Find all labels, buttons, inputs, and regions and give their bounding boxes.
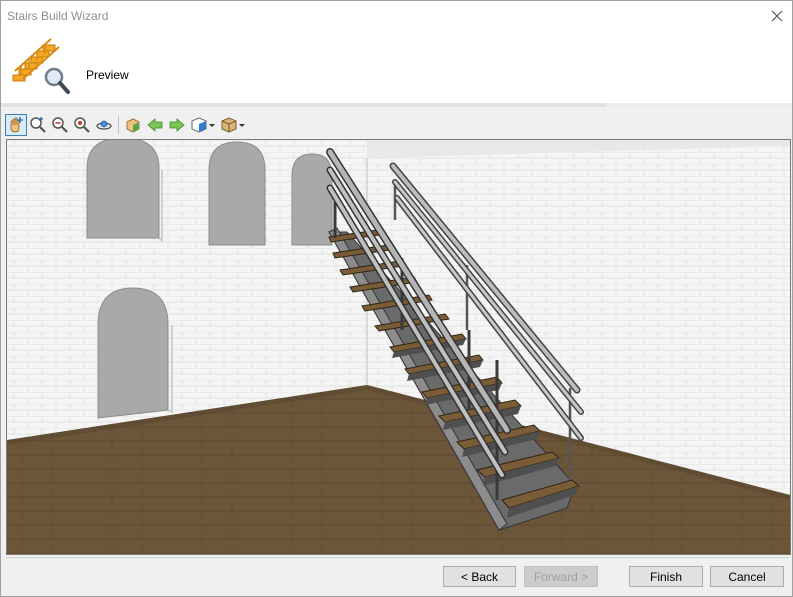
close-button[interactable]	[762, 1, 792, 31]
next-view-button[interactable]	[166, 114, 188, 136]
material-dropdown[interactable]	[218, 114, 248, 136]
zoom-in-button[interactable]	[27, 114, 49, 136]
header-divider-right	[606, 103, 792, 107]
title-bar: Stairs Build Wizard	[1, 1, 792, 31]
previous-view-button[interactable]	[144, 114, 166, 136]
3d-preview-viewport[interactable]	[6, 139, 791, 555]
pan-hand-icon	[10, 117, 23, 133]
material-box-icon	[221, 117, 245, 133]
zoom-out-icon	[52, 117, 68, 133]
zoom-fit-button[interactable]	[71, 114, 93, 136]
zoom-in-icon	[30, 117, 46, 133]
object-view-icon	[126, 118, 140, 133]
wizard-header: Preview	[1, 31, 792, 103]
preview-toolbar	[5, 114, 248, 136]
arrow-left-icon	[147, 118, 163, 132]
zoom-fit-icon	[74, 117, 90, 133]
view-cube-dropdown[interactable]	[188, 114, 218, 136]
toolbar-separator	[118, 116, 119, 134]
pan-button[interactable]	[5, 114, 27, 136]
close-icon	[771, 10, 783, 22]
forward-button[interactable]: Forward >	[524, 566, 598, 587]
finish-button[interactable]: Finish	[629, 566, 703, 587]
window-title: Stairs Build Wizard	[7, 9, 109, 23]
stairs-preview-icon	[12, 38, 70, 94]
arrow-right-icon	[169, 118, 185, 132]
stairs-3d-scene	[7, 140, 790, 554]
back-button[interactable]: < Back	[443, 566, 516, 587]
wizard-window: Stairs Build Wizard Preview < Back Forwa…	[0, 0, 793, 597]
header-divider	[1, 103, 606, 107]
cancel-button[interactable]: Cancel	[710, 566, 784, 587]
page-title: Preview	[86, 68, 129, 82]
orbit-icon	[96, 120, 112, 130]
orbit-button[interactable]	[93, 114, 115, 136]
footer-divider	[6, 557, 789, 558]
zoom-out-button[interactable]	[49, 114, 71, 136]
object-view-button[interactable]	[122, 114, 144, 136]
view-cube-icon	[191, 117, 215, 133]
